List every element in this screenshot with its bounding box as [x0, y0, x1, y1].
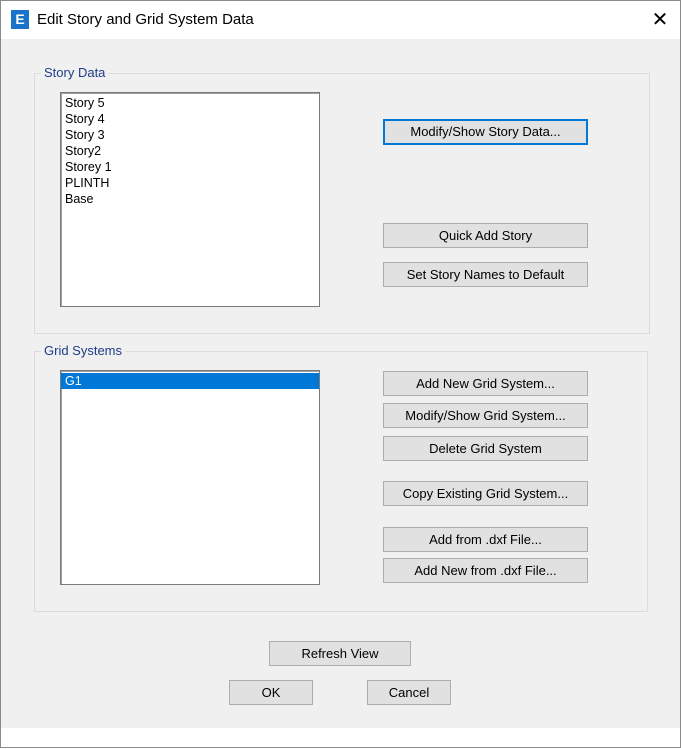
- cancel-button[interactable]: Cancel: [367, 680, 451, 705]
- window-title: Edit Story and Grid System Data: [37, 11, 254, 28]
- add-from-dxf-button[interactable]: Add from .dxf File...: [383, 527, 588, 552]
- quick-add-story-button[interactable]: Quick Add Story: [383, 223, 588, 248]
- modify-grid-system-button[interactable]: Modify/Show Grid System...: [383, 403, 588, 428]
- list-item-selected[interactable]: G1: [61, 373, 319, 389]
- grid-systems-legend: Grid Systems: [41, 343, 126, 358]
- window-bottom-edge: [1, 728, 680, 747]
- delete-grid-system-button[interactable]: Delete Grid System: [383, 436, 588, 461]
- refresh-view-button[interactable]: Refresh View: [269, 641, 411, 666]
- story-list[interactable]: Story 5 Story 4 Story 3 Story2 Storey 1 …: [60, 92, 320, 307]
- list-item[interactable]: Storey 1: [61, 159, 319, 175]
- grid-system-list[interactable]: G1: [60, 370, 320, 585]
- list-item[interactable]: Story2: [61, 143, 319, 159]
- list-item[interactable]: Story 5: [61, 95, 319, 111]
- dialog-window: E Edit Story and Grid System Data ✕ Stor…: [0, 0, 681, 748]
- app-icon: E: [11, 10, 29, 29]
- set-default-story-names-button[interactable]: Set Story Names to Default: [383, 262, 588, 287]
- dialog-body: Story Data Story 5 Story 4 Story 3 Story…: [5, 39, 668, 727]
- list-item[interactable]: PLINTH: [61, 175, 319, 191]
- list-item[interactable]: Story 4: [61, 111, 319, 127]
- title-bar[interactable]: E Edit Story and Grid System Data ✕: [1, 1, 680, 39]
- ok-button[interactable]: OK: [229, 680, 313, 705]
- add-new-grid-system-button[interactable]: Add New Grid System...: [383, 371, 588, 396]
- copy-grid-system-button[interactable]: Copy Existing Grid System...: [383, 481, 588, 506]
- list-item[interactable]: Base: [61, 191, 319, 207]
- close-icon[interactable]: ✕: [641, 3, 679, 37]
- modify-story-data-button[interactable]: Modify/Show Story Data...: [383, 119, 588, 145]
- list-item[interactable]: Story 3: [61, 127, 319, 143]
- add-new-from-dxf-button[interactable]: Add New from .dxf File...: [383, 558, 588, 583]
- story-data-legend: Story Data: [41, 65, 109, 80]
